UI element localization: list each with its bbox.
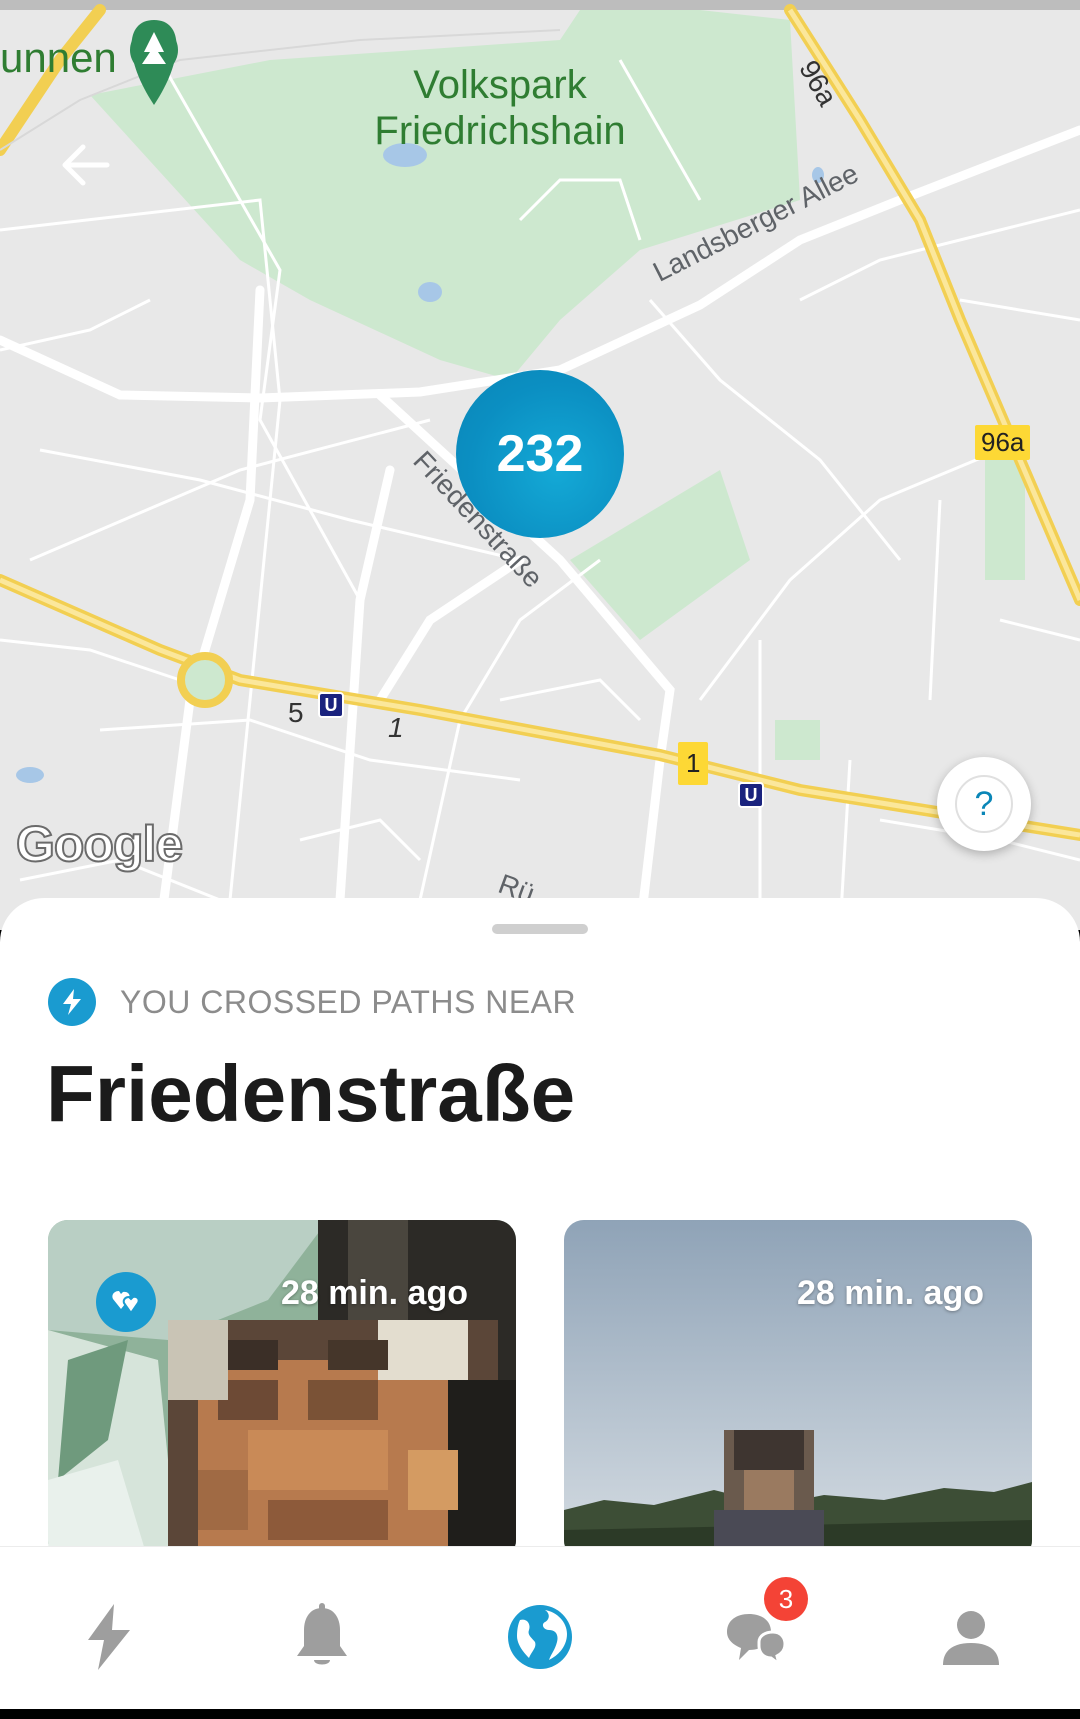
profile-photo <box>564 1220 1032 1560</box>
route-shield-96a: 96a <box>975 425 1031 460</box>
card-time: 28 min. ago <box>796 1274 984 1312</box>
globe-icon <box>508 1605 572 1669</box>
arrow-left-icon <box>62 144 110 186</box>
crossed-paths-header: YOU CROSSED PATHS NEAR <box>48 978 576 1026</box>
nav-item-notifications[interactable] <box>282 1597 362 1677</box>
back-button[interactable] <box>55 135 115 195</box>
help-icon: ? <box>955 775 1013 833</box>
system-nav-bar <box>0 1709 1080 1719</box>
profile-card[interactable]: 28 min. ago <box>564 1220 1032 1560</box>
map-view[interactable]: unnen Volkspark Friedrichshain Landsberg… <box>0 0 1080 930</box>
map-cluster-marker[interactable]: 232 <box>456 370 624 538</box>
heart-badge <box>96 1272 156 1332</box>
help-button[interactable]: ? <box>937 757 1031 851</box>
map-label-partial: unnen <box>0 34 117 81</box>
hearts-icon <box>112 1291 140 1315</box>
card-time: 28 min. ago <box>280 1274 468 1312</box>
route-label-5: 5 <box>288 697 304 728</box>
chat-badge: 3 <box>764 1577 808 1621</box>
bottom-navigation: 3 <box>0 1546 1080 1709</box>
bolt-icon <box>88 1604 130 1670</box>
profile-card[interactable]: 28 min. ago <box>48 1220 516 1560</box>
profile-icon <box>943 1611 999 1665</box>
park-label-line2: Friedrichshain <box>374 109 626 153</box>
nav-item-profile[interactable] <box>931 1597 1011 1677</box>
place-title: Friedenstraße <box>46 1049 576 1138</box>
google-logo: Google <box>15 815 184 873</box>
crossed-paths-label: YOU CROSSED PATHS NEAR <box>120 983 577 1020</box>
route-shield-1: 1 <box>678 742 709 785</box>
bell-icon <box>297 1603 347 1665</box>
sheet-drag-handle[interactable] <box>492 924 588 934</box>
route-label-1: 1 <box>388 712 404 743</box>
nav-item-crossings[interactable] <box>68 1597 148 1677</box>
bottom-sheet: YOU CROSSED PATHS NEAR Friedenstraße 28 … <box>0 898 1080 1598</box>
park-label[interactable]: Volkspark Friedrichshain <box>370 62 630 154</box>
park-label-line1: Volkspark <box>413 63 587 107</box>
ubahn-icon[interactable]: U <box>738 782 764 808</box>
bolt-icon <box>48 978 96 1026</box>
nav-item-map[interactable] <box>500 1597 580 1677</box>
ubahn-icon[interactable]: U <box>318 692 344 718</box>
profile-photo <box>48 1220 516 1560</box>
